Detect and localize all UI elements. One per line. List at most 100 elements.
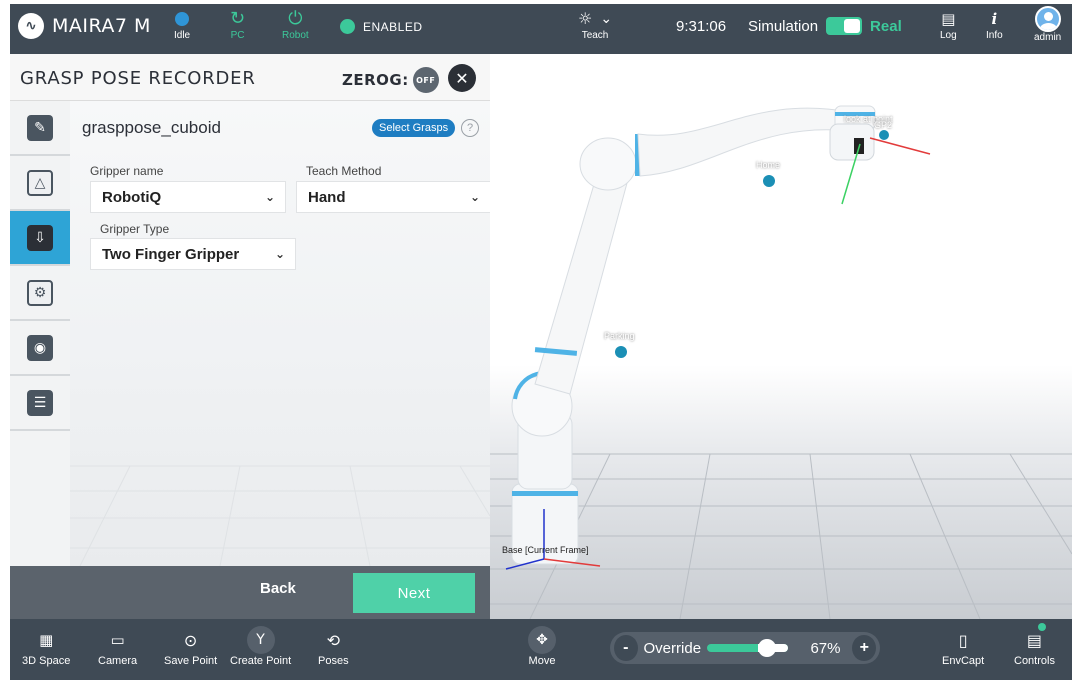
- teach-method-value: Hand: [308, 188, 346, 206]
- controls-label: Controls: [1014, 655, 1055, 667]
- move-label: Move: [528, 655, 556, 667]
- zerog-toggle[interactable]: ZEROG: OFF: [342, 67, 439, 93]
- status-pc-label: PC: [230, 30, 245, 41]
- override-slider-thumb[interactable]: [758, 639, 777, 657]
- gripper-type-value: Two Finger Gripper: [102, 245, 240, 263]
- sim-real-switch[interactable]: Simulation Real: [748, 17, 902, 35]
- panel-content: grasppose_cuboid Select Grasps ? Gripper…: [70, 101, 491, 566]
- poses-button[interactable]: ⟲ Poses: [318, 625, 349, 668]
- floor-grid-decoration: [70, 465, 490, 566]
- override-value: 67%: [810, 639, 841, 657]
- log-icon: ▤: [941, 9, 956, 28]
- app-window: ∿ MAIRA7 M Idle ↻ PC ⏻ Robot ENABLED ☼ ⌄…: [10, 4, 1072, 680]
- status-idle-label: Idle: [174, 30, 191, 41]
- log-label: Log: [940, 30, 957, 41]
- 3d-space-button[interactable]: ▦ 3D Space: [22, 625, 70, 667]
- sim-real-toggle[interactable]: [826, 17, 863, 35]
- override-slider[interactable]: [707, 639, 789, 657]
- move-icon: ✥: [528, 626, 556, 654]
- gripper-icon: ⚙: [27, 279, 53, 306]
- enabled-led-icon: [340, 19, 355, 34]
- create-point-button[interactable]: Y Create Point: [230, 625, 291, 667]
- status-robot-label: Robot: [282, 30, 309, 41]
- record-icon: ⇩: [27, 224, 53, 251]
- avatar: [1034, 6, 1061, 32]
- override-plus-button[interactable]: +: [852, 635, 876, 661]
- nav-record[interactable]: ⇩: [10, 211, 70, 266]
- help-icon[interactable]: ?: [461, 119, 479, 137]
- 3d-space-label: 3D Space: [22, 655, 71, 667]
- real-label: Real: [870, 17, 902, 35]
- status-idle[interactable]: Idle: [174, 8, 190, 41]
- camera-button[interactable]: ▭ Camera: [98, 625, 137, 667]
- nav-edit[interactable]: ✎: [10, 101, 70, 156]
- poses-label: Poses: [318, 655, 349, 667]
- target-icon: ◉: [27, 334, 53, 361]
- create-point-icon: Y: [246, 626, 275, 654]
- enabled-text: ENABLED: [363, 19, 423, 34]
- save-point-button[interactable]: ⊙ Save Point: [164, 625, 218, 668]
- brand: ∿ MAIRA7 M: [18, 13, 151, 39]
- envcapt-button[interactable]: ▯ EnvCapt: [942, 625, 985, 668]
- info-button[interactable]: i Info: [986, 8, 1003, 41]
- grasp-pose-label[interactable]: GP2: [874, 120, 892, 130]
- nav-target[interactable]: ◉: [10, 321, 70, 376]
- create-point-label: Create Point: [230, 655, 292, 667]
- override-minus-button[interactable]: -: [614, 635, 638, 661]
- status-pc[interactable]: ↻ PC: [230, 8, 246, 42]
- envcapt-label: EnvCapt: [942, 655, 985, 667]
- gripper-name-value: RobotiQ: [102, 188, 162, 206]
- nav-frame[interactable]: △: [10, 156, 70, 211]
- robot-scene: [490, 105, 1072, 619]
- top-bar: ∿ MAIRA7 M Idle ↻ PC ⏻ Robot ENABLED ☼ ⌄…: [10, 4, 1072, 54]
- idle-status-icon: [175, 12, 190, 26]
- log-button[interactable]: ▤ Log: [940, 8, 957, 41]
- clock: 9:31:06: [676, 18, 727, 35]
- move-button[interactable]: ✥ Move: [528, 625, 556, 667]
- gripper-name-label: Gripper name: [90, 164, 164, 178]
- gripper-type-select[interactable]: Two Finger Gripper ⌄: [90, 238, 296, 270]
- parking-waypoint-label[interactable]: Parking: [604, 331, 635, 341]
- panel-header: GRASP POSE RECORDER ZEROG: OFF ✕: [10, 54, 490, 101]
- save-point-label: Save Point: [164, 655, 218, 667]
- 3d-viewport[interactable]: Home Parking look at point GP2 Base [Cur…: [490, 54, 1072, 619]
- pc-restart-icon: ↻: [230, 8, 246, 29]
- next-button[interactable]: Next: [353, 573, 475, 613]
- close-icon[interactable]: ✕: [448, 64, 476, 92]
- gripper-type-label: Gripper Type: [100, 222, 170, 236]
- panel-footer: Back Next: [10, 566, 490, 619]
- bottom-bar: ▦ 3D Space ▭ Camera ⊙ Save Point Y Creat…: [10, 619, 1072, 680]
- teach-method-select[interactable]: Hand ⌄: [296, 181, 491, 213]
- chevron-down-icon: ⌄: [600, 11, 613, 27]
- chevron-down-icon: ⌄: [274, 247, 285, 261]
- select-grasps-button[interactable]: Select Grasps: [372, 119, 456, 137]
- gripper-name-select[interactable]: RobotiQ ⌄: [90, 181, 286, 213]
- enabled-indicator[interactable]: ENABLED: [340, 19, 423, 34]
- override-control: - Override 67% +: [610, 632, 880, 664]
- zerog-state[interactable]: OFF: [412, 67, 439, 93]
- zerog-label: ZEROG:: [342, 71, 409, 89]
- chevron-down-icon: ⌄: [264, 190, 275, 204]
- robot-power-icon: ⏻: [288, 8, 303, 29]
- config-name: grasppose_cuboid: [82, 118, 221, 137]
- nav-settings[interactable]: ☰: [10, 376, 70, 431]
- controls-button[interactable]: ▤ Controls: [1014, 623, 1055, 667]
- override-label: Override: [643, 639, 702, 657]
- chevron-down-icon: ⌄: [469, 190, 480, 204]
- base-frame-label: Base [Current Frame]: [502, 545, 589, 555]
- user-button[interactable]: admin: [1034, 6, 1061, 43]
- home-waypoint-label[interactable]: Home: [756, 160, 780, 170]
- envcapt-icon: ▯: [958, 630, 968, 650]
- frame-icon: △: [27, 169, 53, 196]
- camera-label: Camera: [98, 655, 138, 667]
- teach-mode-selector[interactable]: ☼ ⌄ Teach: [578, 8, 613, 42]
- grasp-pose-panel: GRASP POSE RECORDER ZEROG: OFF ✕ ✎ △ ⇩ ⚙…: [10, 54, 491, 619]
- edit-icon: ✎: [27, 114, 53, 141]
- user-label: admin: [1034, 32, 1062, 43]
- info-icon: i: [991, 10, 998, 28]
- nav-gripper[interactable]: ⚙: [10, 266, 70, 321]
- back-button[interactable]: Back: [260, 580, 296, 597]
- simulation-label: Simulation: [748, 17, 819, 35]
- brand-logo-icon: ∿: [18, 13, 44, 39]
- status-robot[interactable]: ⏻ Robot: [282, 8, 309, 42]
